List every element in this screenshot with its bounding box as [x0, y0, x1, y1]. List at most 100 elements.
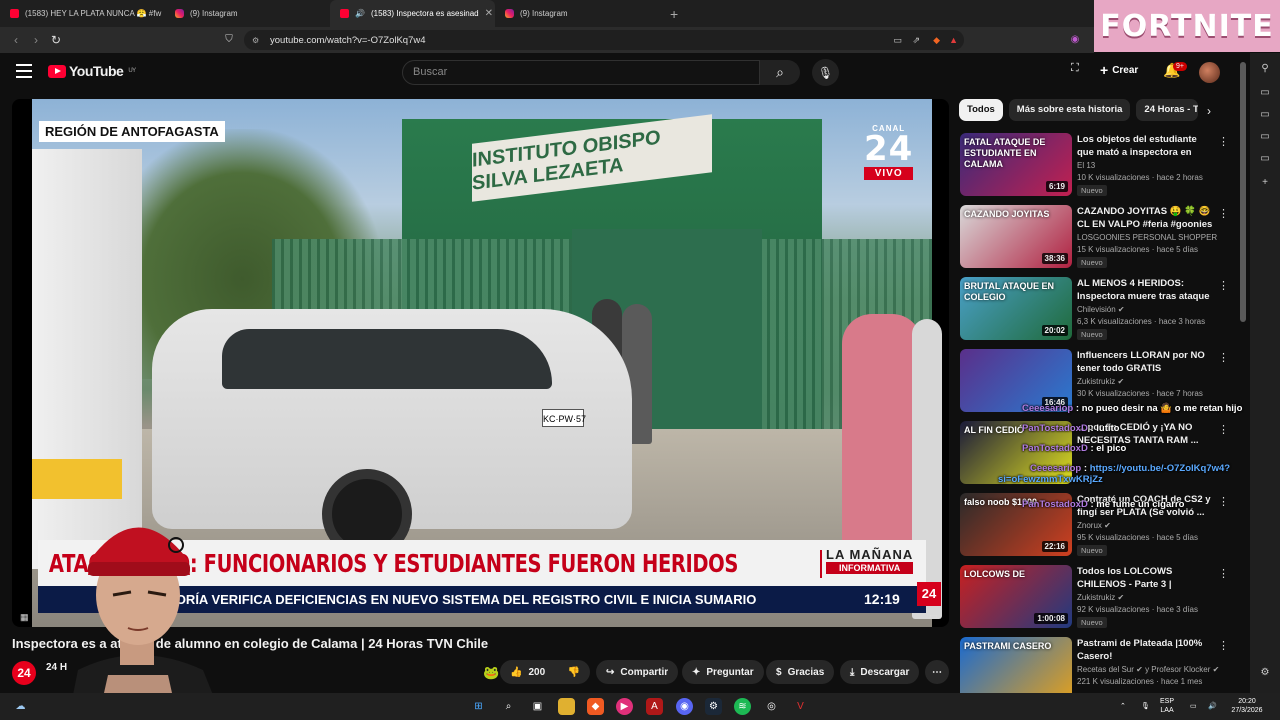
recommendation-title[interactable]: AL MENOS 4 HERIDOS: Inspectora muere tra… [1077, 277, 1215, 303]
more-options-icon[interactable]: ⋮ [1218, 351, 1229, 364]
cast-video-icon[interactable]: ⛶ [1071, 62, 1079, 75]
chat-message: PanTostadoxD : me fume un cigarro [1022, 499, 1184, 510]
download-button[interactable]: ⤓ Descargar [840, 660, 920, 684]
search-input[interactable]: Buscar [402, 60, 760, 85]
scrollbar[interactable] [1240, 62, 1246, 322]
task-view-icon[interactable]: ▣ [529, 698, 546, 715]
more-options-icon[interactable]: ⋮ [1218, 279, 1229, 292]
weather-icon[interactable]: ☁ [12, 698, 29, 715]
brave-rewards-icon[interactable]: ▲ [949, 35, 958, 45]
forward-icon[interactable]: › [26, 33, 46, 47]
browser-tab-4[interactable]: (9) Instagram [495, 0, 660, 27]
recommendation-channel[interactable]: Znorux ✔ [1077, 521, 1111, 530]
browser-tab-1[interactable]: (1583) HEY LA PLATA NUNCA 😤 #fw [0, 0, 165, 27]
site-info-icon[interactable]: ⚙ [252, 36, 259, 45]
volume-icon[interactable]: 🔊 [1208, 702, 1217, 711]
user-avatar[interactable] [1199, 62, 1220, 83]
app-icon[interactable]: A [646, 698, 663, 715]
speaker-icon[interactable]: 🔊 [355, 9, 365, 18]
brave-shield-icon[interactable]: ◆ [933, 35, 940, 46]
instagram-favicon [505, 9, 514, 18]
recommendation-title[interactable]: Los objetos del estudiante que mató a in… [1077, 133, 1215, 159]
back-icon[interactable]: ‹ [6, 33, 26, 47]
more-options-icon[interactable]: ⋮ [1218, 567, 1229, 580]
steam-icon[interactable]: ⚙ [705, 698, 722, 715]
youtube-logo[interactable]: YouTube UY [48, 63, 136, 79]
more-options-icon[interactable]: ⋮ [1218, 639, 1229, 652]
create-button[interactable]: + Crear [1100, 62, 1138, 78]
media-player-icon[interactable]: ▶ [616, 698, 633, 715]
cast-icon[interactable]: ▭ [893, 35, 902, 46]
recommendation-item[interactable]: CAZANDO JOYITAS 38:36 CAZANDO JOYITAS 🤑 … [960, 205, 1230, 271]
more-options-icon[interactable]: ⋮ [1218, 135, 1229, 148]
share-icon[interactable]: ⇗ [912, 35, 920, 46]
menu-icon[interactable] [16, 64, 32, 78]
close-tab-icon[interactable]: ✕ [485, 8, 493, 19]
recommendation-item[interactable]: BRUTAL ATAQUE EN COLEGIO 20:02 AL MENOS … [960, 277, 1230, 343]
discord-icon[interactable]: ◉ [676, 698, 693, 715]
spotify-icon[interactable]: ≋ [734, 698, 751, 715]
valorant-icon[interactable]: V [792, 698, 809, 715]
recommendation-channel[interactable]: Recetas del Sur ✔ y Profesor Klocker ✔ [1077, 665, 1219, 674]
obs-icon[interactable]: ◎ [763, 698, 780, 715]
tray-chevron-icon[interactable]: ⌃ [1120, 702, 1126, 711]
settings-gear-icon[interactable]: ⚙ [1259, 667, 1271, 679]
search-button[interactable]: ⌕ [760, 60, 800, 85]
recommendation-channel[interactable]: Zukistrukiz ✔ [1077, 377, 1124, 386]
thumbs-down-icon[interactable]: 👎 [568, 667, 580, 678]
history-icon[interactable]: ▭ [1259, 131, 1271, 143]
brave-icon[interactable]: ◆ [587, 698, 604, 715]
chevron-right-icon[interactable]: › [1207, 104, 1211, 118]
recommendation-title[interactable]: Influencers LLORAN por NO tener todo GRA… [1077, 349, 1215, 375]
recommendation-item[interactable]: LOLCOWS DE 1:00:08 Todos los LOLCOWS CHI… [960, 565, 1230, 631]
more-options-icon[interactable]: ⋮ [1218, 495, 1229, 508]
start-icon[interactable]: ⊞ [470, 698, 487, 715]
recommendation-title[interactable]: Todos los LOLCOWS CHILENOS - Parte 3 | D… [1077, 565, 1215, 591]
video-thumbnail[interactable]: LOLCOWS DE 1:00:08 [960, 565, 1072, 628]
video-thumbnail[interactable]: BRUTAL ATAQUE EN COLEGIO 20:02 [960, 277, 1072, 340]
bookmarks-icon[interactable]: ▭ [1259, 87, 1271, 99]
network-icon[interactable]: ▭ [1190, 702, 1197, 711]
language-indicator[interactable]: ESP LAA [1160, 697, 1174, 715]
captions-icon[interactable]: ▭ [929, 611, 938, 622]
reading-list-icon[interactable]: ▭ [1259, 109, 1271, 121]
extension-icon[interactable]: ◉ [1068, 33, 1082, 47]
video-thumbnail[interactable]: CAZANDO JOYITAS 38:36 [960, 205, 1072, 268]
mic-tray-icon[interactable]: 🎙 [1141, 702, 1150, 711]
notes-icon[interactable]: ▭ [1259, 153, 1271, 165]
chip-todos[interactable]: Todos [959, 99, 1003, 121]
chat-username: PanTostadoxD [1022, 423, 1088, 434]
thanks-button[interactable]: $ Gracias [766, 660, 835, 684]
chip-more-story[interactable]: Más sobre esta historia [1008, 99, 1131, 121]
bookmark-icon[interactable]: ⛉ [222, 33, 236, 47]
pin-icon[interactable]: ⚲ [1259, 63, 1271, 75]
voice-search-button[interactable]: 🎙 [812, 59, 839, 86]
search-icon[interactable]: ⌕ [500, 698, 517, 715]
chip-24horas[interactable]: 24 Horas - TV [1136, 99, 1199, 121]
recommendation-channel[interactable]: El 13 [1077, 161, 1095, 170]
recommendation-channel[interactable]: Zukistrukiz ✔ [1077, 593, 1124, 602]
recommendation-item[interactable]: FATAL ATAQUE DE ESTUDIANTE EN CALAMA 6:1… [960, 133, 1230, 199]
license-plate: KC·PW·57 [542, 409, 586, 427]
add-panel-icon[interactable]: + [1259, 177, 1271, 189]
share-button[interactable]: ↪ Compartir [596, 660, 679, 684]
clock[interactable]: 20:20 27/3/2026 [1224, 697, 1270, 715]
recommendation-channel[interactable]: LOSGOONIES PERSONAL SHOPPER [1077, 233, 1217, 242]
more-options-icon[interactable]: ⋮ [1218, 423, 1229, 436]
like-button[interactable]: 👍 200 👎 [500, 660, 590, 684]
recommendation-channel[interactable]: Chilevisión ✔ [1077, 305, 1125, 314]
url-field[interactable]: ⚙ youtube.com/watch?v=-O7ZolKq7w4 ▭ ⇗ ◆ … [244, 30, 964, 50]
video-thumbnail[interactable]: PASTRAMI CASERO [960, 637, 1072, 700]
video-thumbnail[interactable]: FATAL ATAQUE DE ESTUDIANTE EN CALAMA 6:1… [960, 133, 1072, 196]
recommendation-title[interactable]: CAZANDO JOYITAS 🤑 🍀 🤓 CL EN VALPO #feria… [1077, 205, 1215, 231]
more-options-icon[interactable]: ⋮ [1218, 207, 1229, 220]
ask-button[interactable]: ✦ Preguntar [682, 660, 764, 684]
chat-message: Ceeesariop : no pueo desir na 🤷 o me ret… [1022, 403, 1242, 414]
browser-tab-2[interactable]: (9) Instagram [165, 0, 330, 27]
more-actions-button[interactable]: ⋯ [925, 660, 949, 684]
browser-tab-3[interactable]: 🔊 (1583) Inspectora es asesinad ✕ [330, 0, 495, 27]
new-tab-button[interactable]: + [660, 0, 688, 27]
file-explorer-icon[interactable] [558, 698, 575, 715]
reload-icon[interactable]: ↻ [46, 33, 66, 47]
recommendation-title[interactable]: Pastrami de Plateada |100% Casero! [1077, 637, 1215, 663]
